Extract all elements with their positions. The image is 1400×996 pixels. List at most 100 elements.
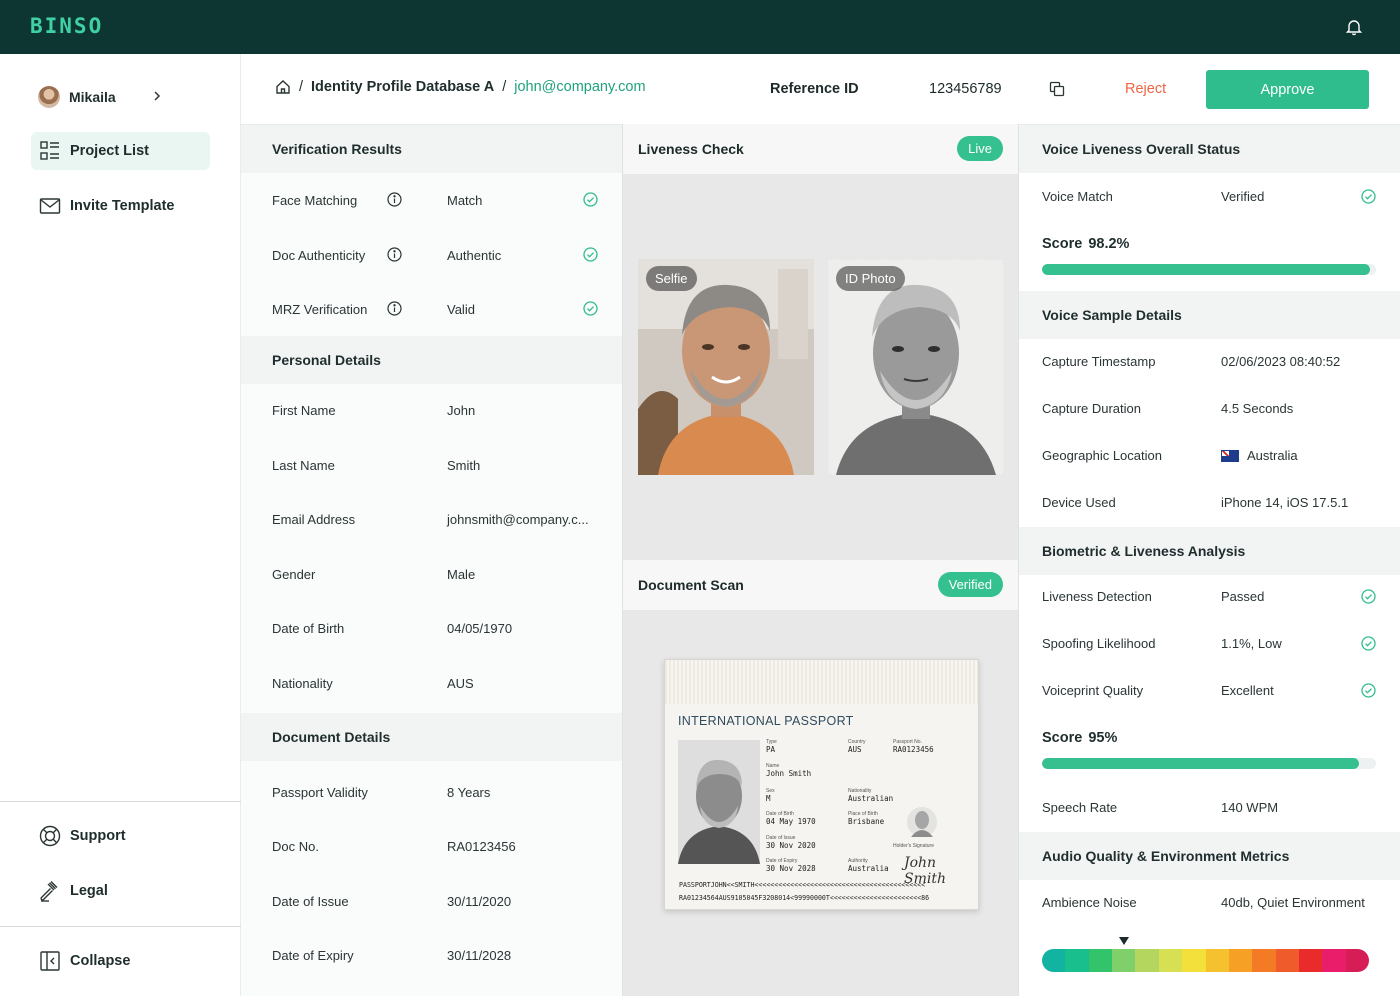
passport-signature-label: Holder's Signature: [893, 843, 934, 849]
list-item: Face Matching Match: [241, 188, 622, 212]
australia-flag-icon: [1221, 449, 1239, 462]
list-item: Passport Validity 8 Years: [241, 780, 622, 804]
personal-details-heading: Personal Details: [241, 336, 622, 384]
passport-name: Name John Smith: [766, 763, 812, 778]
sidebar-item-project-list[interactable]: Project List: [31, 132, 210, 170]
check-circle-icon: [1361, 636, 1376, 651]
document-scan-header: Document Scan Verified: [623, 560, 1018, 610]
reject-button[interactable]: Reject: [1125, 81, 1166, 97]
top-bar: BINSO: [0, 0, 1400, 54]
liveness-check-title: Liveness Check: [638, 141, 744, 157]
sidebar-item-label: Legal: [70, 883, 108, 899]
copy-icon[interactable]: [1049, 81, 1065, 97]
passport-nationality: Nationality Australian: [848, 788, 894, 803]
list-item: Gender Male: [241, 562, 622, 586]
noise-scale-segment: [1205, 949, 1229, 972]
noise-scale-segment: [1088, 949, 1113, 972]
noise-scale-segment: [1345, 949, 1369, 972]
home-icon[interactable]: [275, 79, 291, 95]
breadcrumb-separator: /: [299, 79, 304, 95]
row-value: 02/06/2023 08:40:52: [1221, 354, 1341, 369]
row-value: Verified: [1221, 189, 1265, 204]
liveness-check-header: Liveness Check Live: [623, 124, 1018, 174]
list-item: Date of Expiry 30/11/2028: [241, 943, 622, 967]
sidebar-item-legal[interactable]: Legal: [31, 872, 210, 910]
row-value: 1.1%, Low: [1221, 636, 1282, 651]
check-circle-icon: [583, 192, 598, 207]
list-item: Geographic Location Australia: [1019, 444, 1400, 468]
row-value: 40db, Quiet Environment: [1221, 895, 1365, 910]
info-icon[interactable]: [387, 247, 402, 262]
check-circle-icon: [583, 301, 598, 316]
row-value: Match: [447, 192, 483, 208]
verification-results-heading: Verification Results: [241, 125, 622, 173]
list-item: Voice Match Verified: [1019, 185, 1400, 209]
id-photo-image: [828, 259, 1004, 475]
details-column: Verification Results Face Matching Match…: [241, 124, 622, 996]
info-icon[interactable]: [387, 301, 402, 316]
selfie-photo[interactable]: Selfie: [638, 259, 814, 475]
passport-photo: [678, 740, 760, 864]
sidebar-item-label: Support: [70, 828, 126, 844]
passport-scan[interactable]: INTERNATIONAL PASSPORT Type PA Country AUS…: [664, 659, 979, 910]
list-item: Speech Rate 140 WPM: [1019, 796, 1400, 820]
list-item: Device Used iPhone 14, iOS 17.5.1: [1019, 491, 1400, 515]
info-icon[interactable]: [387, 192, 402, 207]
notification-bell-icon[interactable]: [1344, 17, 1364, 37]
id-photo[interactable]: ID Photo: [828, 259, 1004, 475]
sidebar-item-invite-template[interactable]: Invite Template: [31, 187, 210, 225]
voice-score: Score 98.2%: [1042, 236, 1129, 252]
row-value-location: Australia: [1221, 448, 1298, 463]
sidebar-item-support[interactable]: Support: [31, 817, 210, 855]
voice-sample-heading: Voice Sample Details: [1019, 291, 1400, 339]
approve-button[interactable]: Approve: [1206, 70, 1369, 109]
row-label: Doc Authenticity: [272, 247, 366, 263]
list-item: Liveness Detection Passed: [1019, 585, 1400, 609]
passport-issue-date: Date of Issue 30 Nov 2020: [766, 835, 816, 850]
selfie-image: [638, 259, 814, 475]
row-value: 30/11/2020: [447, 893, 512, 909]
verified-badge: Verified: [937, 572, 1003, 597]
noise-scale-segment: [1252, 949, 1276, 972]
app-logo[interactable]: BINSO: [30, 14, 103, 38]
user-name: Mikaila: [69, 89, 116, 105]
user-menu[interactable]: Mikaila: [38, 84, 168, 110]
media-column: Liveness Check Live Selfie ID Photo Docu…: [622, 124, 1019, 996]
list-item: MRZ Verification Valid: [241, 297, 622, 321]
row-value: RA0123456: [447, 838, 516, 854]
page-header: / Identity Profile Database A / john@com…: [241, 54, 1400, 124]
collapse-button[interactable]: Collapse: [31, 942, 210, 980]
voice-score-bar-fill: [1042, 264, 1370, 275]
noise-scale-segment: [1298, 949, 1323, 972]
audio-quality-heading: Audio Quality & Environment Metrics: [1019, 832, 1400, 880]
noise-level-scale: [1042, 949, 1369, 972]
row-label: Liveness Detection: [1042, 589, 1152, 604]
lifebuoy-icon: [39, 825, 61, 847]
sidebar-divider: [0, 801, 241, 802]
passport-pob: Place of Birth Brisbane: [848, 811, 885, 826]
breadcrumb-section[interactable]: Identity Profile Database A: [311, 79, 494, 95]
noise-scale-segment: [1135, 949, 1159, 972]
breadcrumb-email[interactable]: john@company.com: [514, 79, 645, 95]
row-label: Capture Duration: [1042, 401, 1141, 416]
noise-scale-segment: [1322, 949, 1346, 972]
passport-number: Passport No. RA0123456: [893, 739, 934, 754]
list-icon: [40, 141, 59, 160]
row-label: Ambience Noise: [1042, 895, 1137, 910]
voice-score-label: Score: [1042, 236, 1083, 252]
list-item: Nationality AUS: [241, 671, 622, 695]
avatar: [38, 86, 60, 108]
row-label: Face Matching: [272, 192, 358, 208]
collapse-label: Collapse: [70, 953, 131, 969]
collapse-icon: [40, 951, 60, 971]
noise-scale-segment: [1042, 949, 1066, 972]
list-item: Spoofing Likelihood 1.1%, Low: [1019, 632, 1400, 656]
noise-scale-segment: [1228, 949, 1253, 972]
noise-scale-segment: [1182, 949, 1206, 972]
row-value: 4.5 Seconds: [1221, 401, 1294, 416]
passport-country: Country AUS: [848, 739, 866, 754]
document-details-heading: Document Details: [241, 713, 622, 761]
row-label: Capture Timestamp: [1042, 354, 1156, 369]
noise-level-marker: [1118, 937, 1129, 945]
check-circle-icon: [1361, 189, 1376, 204]
